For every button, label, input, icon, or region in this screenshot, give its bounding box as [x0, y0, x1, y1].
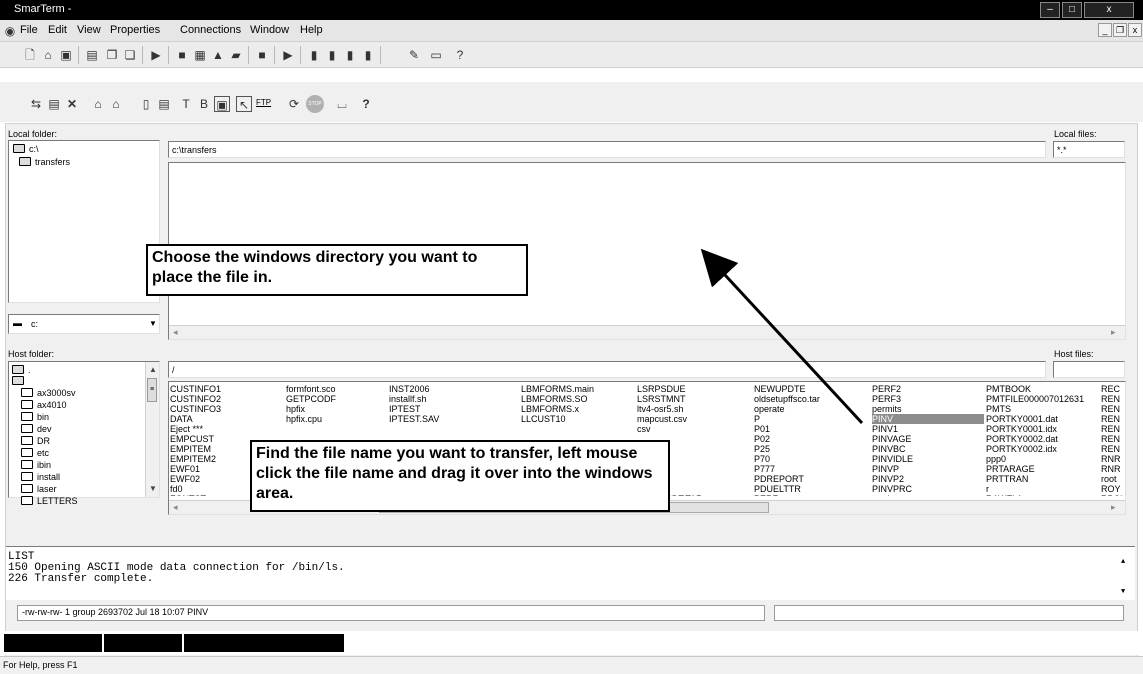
file-info-status: -rw-rw-rw- 1 group 2693702 Jul 18 10:07 …: [17, 605, 765, 621]
session-tab[interactable]: [184, 634, 344, 652]
ftp-log[interactable]: LIST 150 Opening ASCII mode data connect…: [6, 546, 1135, 600]
help-status-bar: For Help, press F1: [0, 656, 1143, 674]
log-line: 226 Transfer complete.: [8, 573, 154, 585]
scroll-up-icon[interactable]: ▲: [1121, 557, 1125, 568]
secondary-status: [774, 605, 1124, 621]
scroll-down-icon[interactable]: ▼: [1121, 587, 1125, 598]
log-line: 150 Opening ASCII mode data connection f…: [8, 562, 345, 574]
session-tabs: [0, 631, 1143, 655]
session-tab[interactable]: [104, 634, 182, 652]
session-tab[interactable]: [4, 634, 102, 652]
